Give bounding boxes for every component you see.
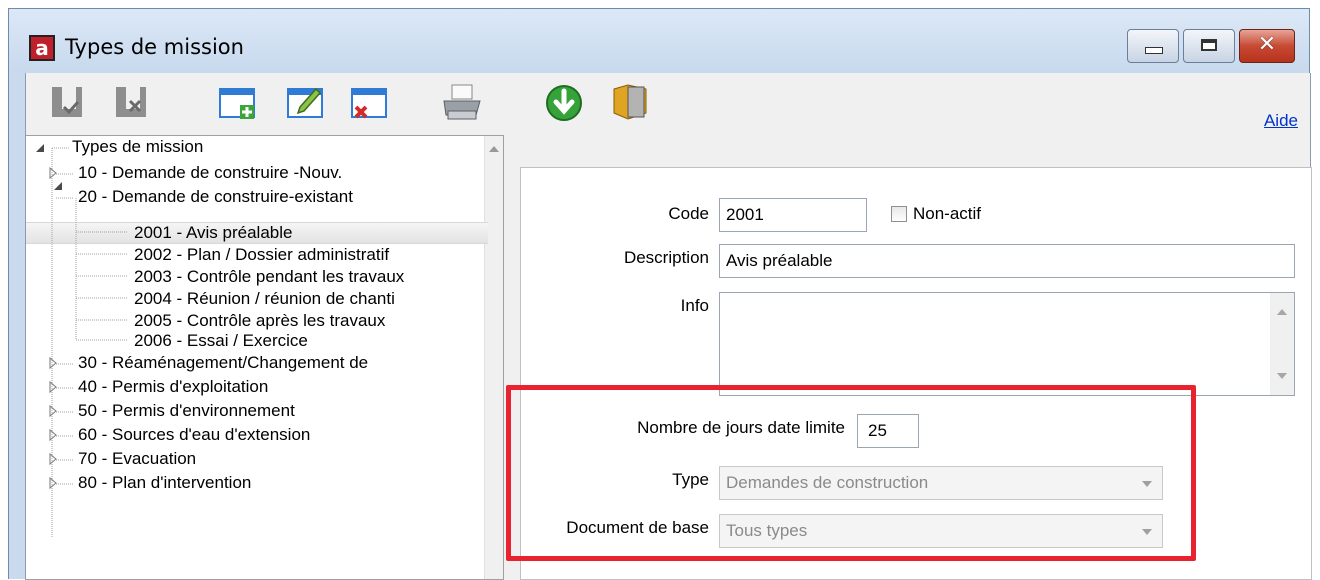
tree-item[interactable]: 2003 - Contrôle pendant les travaux xyxy=(134,266,404,288)
save-check-button[interactable] xyxy=(50,83,90,123)
window-add-icon xyxy=(219,88,255,119)
code-label: Code xyxy=(668,204,709,223)
annotation-highlight-box xyxy=(506,385,1196,561)
toolbar: Aide xyxy=(26,73,1310,135)
window-edit-icon xyxy=(287,87,323,118)
delete-button[interactable] xyxy=(350,83,390,123)
exit-button[interactable] xyxy=(610,83,650,123)
door-exit-icon xyxy=(613,84,647,120)
download-button[interactable] xyxy=(544,83,584,123)
app-logo-icon: a xyxy=(29,35,55,61)
info-textarea[interactable] xyxy=(719,292,1295,396)
close-icon: ✕ xyxy=(1257,32,1277,57)
description-input[interactable]: Avis préalable xyxy=(719,244,1295,278)
mission-type-tree[interactable]: Types de mission 10 - Demande de constru… xyxy=(26,135,504,580)
maximize-icon xyxy=(1184,30,1234,62)
print-button[interactable] xyxy=(440,83,481,123)
code-input[interactable]: 2001 xyxy=(719,198,867,232)
save-cancel-button[interactable] xyxy=(114,83,154,123)
edit-button[interactable] xyxy=(286,83,326,123)
inactive-checkbox[interactable] xyxy=(891,206,907,222)
help-link[interactable]: Aide xyxy=(1264,111,1298,131)
printer-icon xyxy=(443,84,481,120)
scroll-up-arrow-icon[interactable] xyxy=(489,146,499,152)
tree-expanded-icon xyxy=(36,144,44,152)
save-check-icon xyxy=(52,87,82,117)
tree-item[interactable]: 2006 - Essai / Exercice xyxy=(134,330,308,352)
tree-item[interactable]: 70 - Evacuation xyxy=(78,448,196,470)
minimize-icon xyxy=(1128,30,1178,62)
description-label: Description xyxy=(623,248,709,267)
window-title: Types de mission xyxy=(65,35,244,59)
maximize-button[interactable] xyxy=(1183,29,1235,63)
add-button[interactable] xyxy=(218,83,258,123)
inactive-label[interactable]: Non-actif xyxy=(913,204,981,224)
tree-item[interactable]: 50 - Permis d'environnement xyxy=(78,400,295,422)
tree-item[interactable]: 10 - Demande de construire -Nouv. xyxy=(78,162,342,184)
scroll-up-arrow-icon[interactable] xyxy=(1277,309,1287,315)
tree-root[interactable]: Types de mission xyxy=(72,136,203,158)
minimize-button[interactable] xyxy=(1127,29,1179,63)
info-scrollbar[interactable] xyxy=(1270,293,1294,395)
tree-item[interactable]: 80 - Plan d'intervention xyxy=(78,472,251,494)
window-delete-icon xyxy=(351,88,387,119)
tree-item[interactable]: 2004 - Réunion / réunion de chanti xyxy=(134,288,395,310)
tree-item[interactable]: 20 - Demande de construire-existant xyxy=(78,186,353,208)
tree-item[interactable]: 40 - Permis d'exploitation xyxy=(78,376,268,398)
tree-item-selected[interactable]: 2001 - Avis préalable xyxy=(134,222,292,244)
green-down-arrow-icon xyxy=(546,85,582,121)
tree-item[interactable]: 2005 - Contrôle après les travaux xyxy=(134,310,385,332)
info-label: Info xyxy=(680,296,709,315)
tree-item[interactable]: 30 - Réaménagement/Changement de xyxy=(78,352,368,374)
tree-item[interactable]: 60 - Sources d'eau d'extension xyxy=(78,424,310,446)
save-cancel-icon xyxy=(116,87,146,117)
title-bar[interactable]: a Types de mission ✕ xyxy=(9,9,1309,73)
tree-scrollbar[interactable] xyxy=(484,136,503,579)
tree-item[interactable]: 2002 - Plan / Dossier administratif xyxy=(134,244,389,266)
close-button[interactable]: ✕ xyxy=(1239,29,1295,63)
scroll-down-arrow-icon[interactable] xyxy=(1277,373,1287,379)
